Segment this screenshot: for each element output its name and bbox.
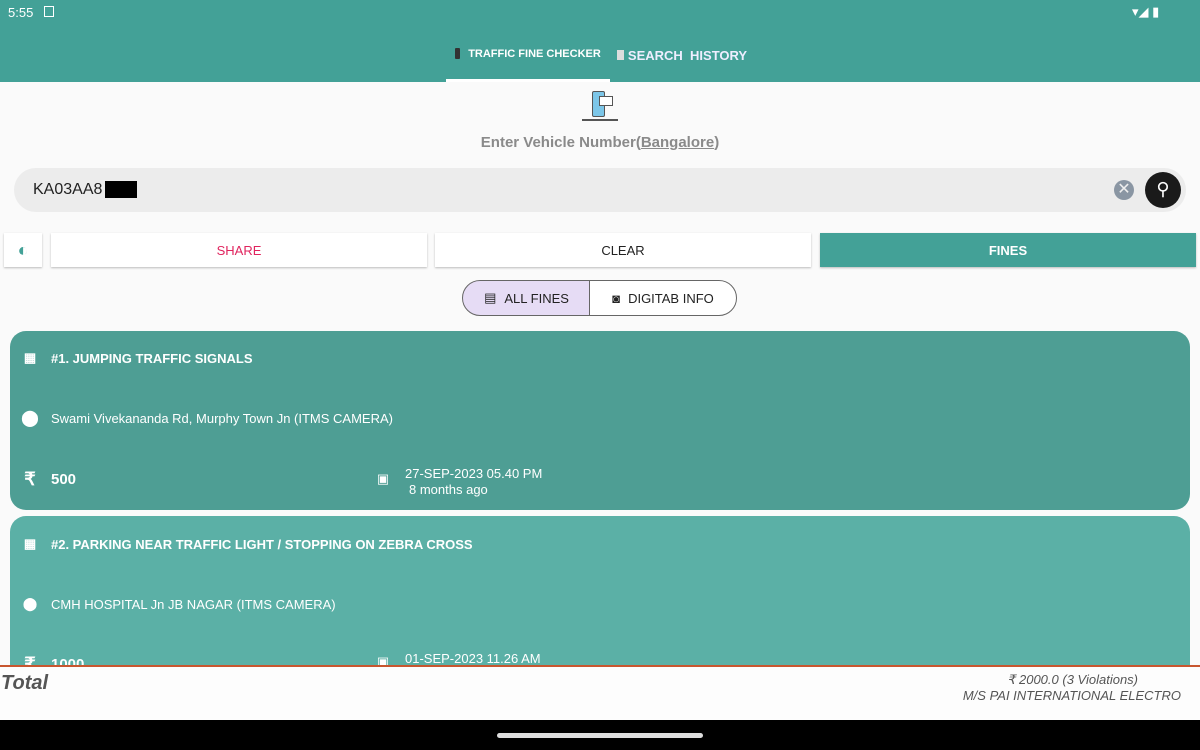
total-label: Total — [1, 672, 48, 695]
prompt-close: ) — [714, 134, 719, 151]
share-button[interactable]: SHARE — [51, 233, 427, 267]
rupee-icon: ₹ — [22, 472, 38, 488]
home-gesture-handle[interactable] — [497, 733, 703, 738]
segment-digitab-info[interactable]: ◙ DIGITAB INFO — [589, 280, 737, 316]
traffic-light-icon — [455, 48, 460, 59]
fine-date: 27-SEP-2023 05.40 PM — [405, 466, 542, 481]
fine-card[interactable]: ▦ #1. JUMPING TRAFFIC SIGNALS ⬤ Swami Vive… — [10, 331, 1190, 510]
list-icon: ▤ — [484, 290, 496, 306]
status-bar: 5:55 ▾◢ ▮ — [0, 0, 1200, 28]
rupee-icon: ₹ — [22, 657, 38, 666]
city-link[interactable]: Bangalore — [641, 134, 714, 151]
segment-all-fines[interactable]: ▤ ALL FINES — [462, 280, 591, 316]
navigation-bar — [0, 720, 1200, 750]
fine-card[interactable]: ▦ #2. PARKING NEAR TRAFFIC LIGHT / STOPPI… — [10, 516, 1190, 665]
fine-title: #1. JUMPING TRAFFIC SIGNALS — [51, 351, 253, 366]
tab-label: SEARCH HISTORY — [628, 48, 747, 63]
theme-toggle-button[interactable]: ◐ — [4, 233, 42, 267]
calendar-icon: ▣ — [375, 654, 391, 665]
total-amount: ₹ 2000.0 (3 Violations) — [1007, 672, 1138, 688]
status-time: 5:55 — [8, 5, 33, 20]
input-value: KA03AA8 — [33, 181, 102, 199]
fine-location: Swami Vivekananda Rd, Murphy Town Jn (IT… — [51, 411, 393, 426]
tab-bar: TRAFFIC FINE CHECKER SEARCH HISTORY — [0, 28, 1200, 82]
fine-location: CMH HOSPITAL Jn JB NAGAR (ITMS CAMERA) — [51, 597, 336, 612]
vehicle-prompt: Enter Vehicle Number(Bangalore) — [0, 134, 1200, 151]
tab-search-history[interactable]: SEARCH HISTORY — [612, 28, 752, 82]
prompt-text: Enter Vehicle Number( — [481, 134, 641, 151]
traffic-light-icon: ▦ — [22, 350, 38, 366]
tab-traffic-fine-checker[interactable]: TRAFFIC FINE CHECKER — [446, 28, 610, 82]
traffic-light-icon: ▦ — [22, 536, 38, 552]
clear-button[interactable]: CLEAR — [435, 233, 811, 267]
camera-icon: ◙ — [612, 291, 620, 306]
history-icon — [617, 50, 624, 60]
location-pin-icon: ⬤ — [22, 410, 38, 426]
fine-title: #2. PARKING NEAR TRAFFIC LIGHT / STOPPIN… — [51, 537, 473, 552]
owner-name: M/S PAI INTERNATIONAL ELECTRO — [963, 688, 1181, 703]
vehicle-number-input[interactable]: KA03AA8 ✕ ⚲ — [14, 168, 1186, 212]
calendar-icon: ▣ — [375, 471, 391, 487]
segment-label: ALL FINES — [504, 291, 569, 306]
total-footer: Total ₹ 2000.0 (3 Violations) M/S PAI IN… — [0, 665, 1200, 720]
location-pin-icon: ⬤ — [22, 596, 38, 612]
wifi-signal-battery-icons: ▾◢ ▮ — [1132, 4, 1159, 20]
search-button[interactable]: ⚲ — [1145, 172, 1181, 208]
fine-amount: 1000 — [51, 656, 84, 665]
phone-message-illustration — [582, 89, 618, 121]
fine-ago: 8 months ago — [409, 482, 488, 497]
segment-label: DIGITAB INFO — [628, 291, 714, 306]
tab-label: TRAFFIC FINE CHECKER — [468, 48, 601, 60]
notification-icon — [44, 6, 54, 17]
fine-date: 01-SEP-2023 11.26 AM — [405, 651, 541, 665]
clear-input-icon[interactable]: ✕ — [1114, 180, 1134, 200]
redaction — [105, 181, 137, 198]
fines-button[interactable]: FINES — [820, 233, 1196, 267]
fine-amount: 500 — [51, 471, 76, 488]
